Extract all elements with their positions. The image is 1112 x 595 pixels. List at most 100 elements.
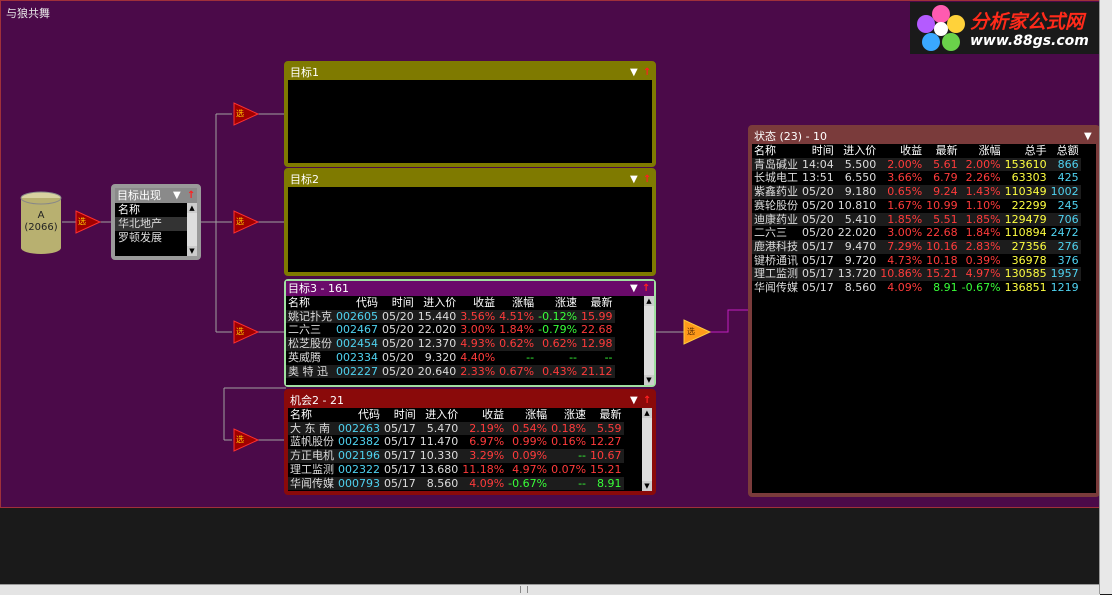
cell-speed: --: [569, 350, 578, 364]
cell-amt: 706: [1057, 212, 1079, 226]
table-row[interactable]: 松芝股份 002454 05/20 12.370 4.93% 0.62% 0.62% 12.9…: [286, 337, 615, 351]
table-row[interactable]: 紫鑫药业 05/20 9.180 0.65% 9.24 1.43% 110349 1002: [752, 185, 1081, 199]
cell-price: 9.320: [424, 350, 457, 364]
column-header[interactable]: 代码: [334, 296, 380, 310]
target-appear-scrollbar[interactable]: ▲ ▼: [187, 203, 197, 256]
column-header[interactable]: 名称: [288, 408, 336, 422]
cell-last: 21.12: [581, 364, 613, 378]
column-header[interactable]: 总额: [1049, 144, 1081, 158]
column-header[interactable]: 收益: [460, 408, 506, 422]
table-row[interactable]: 蓝帆股份 002382 05/17 11.470 6.97% 0.99% 0.16% 12.2…: [288, 435, 624, 449]
cell-price: 22.020: [417, 323, 457, 337]
cell-last: 10.99: [926, 198, 958, 212]
target-appear-item-2[interactable]: 罗顿发展: [115, 231, 197, 245]
filter-icon-4[interactable]: 选: [236, 326, 244, 337]
column-header[interactable]: 涨幅: [960, 144, 1003, 158]
column-header[interactable]: 最新: [924, 144, 960, 158]
cell-speed: 0.07%: [551, 462, 587, 476]
dropdown-icon[interactable]: ▼: [1084, 129, 1092, 144]
table-row[interactable]: 理工监测 05/17 13.720 10.86% 15.21 4.97% 130585 195…: [752, 267, 1081, 282]
column-header[interactable]: 进入价: [836, 144, 879, 158]
status-panel[interactable]: 状态 (23) - 10 ▼ 名称 时间 进入价 收益 最新 涨幅 总手 总额 青岛碱业 14:0…: [748, 125, 1100, 497]
target-appear-item-1[interactable]: 华北地产: [115, 217, 197, 231]
target2-panel[interactable]: 目标2 ▼ ↑: [284, 168, 656, 276]
table-row[interactable]: 奥 特 迅 002227 05/20 20.640 2.33% 0.67% 0.43% 21.…: [286, 364, 615, 379]
table-row[interactable]: 华闻传媒 05/17 8.560 4.09% 8.91 -0.67% 136851 1219: [752, 281, 1081, 295]
table-row[interactable]: 姚记扑克 002605 05/20 15.440 3.56% 4.51% -0.12% 15.…: [286, 309, 615, 324]
column-header[interactable]: 收益: [458, 296, 497, 310]
target1-body: [288, 80, 652, 163]
column-header[interactable]: 最新: [588, 408, 624, 422]
column-header[interactable]: 最新: [579, 296, 615, 310]
filter-icon-2[interactable]: 选: [236, 108, 244, 119]
cell-gain: 11.18%: [462, 462, 505, 476]
cell-price: 15.440: [417, 309, 457, 323]
cell-time: 05/20: [802, 185, 834, 199]
table-row[interactable]: 理工监测 002322 05/17 13.680 11.18% 4.97% 0.07% 15.…: [288, 463, 624, 477]
table-row[interactable]: 键桥通讯 05/17 9.720 4.73% 10.18 0.39% 36978 376: [752, 254, 1081, 268]
cell-time: 05/17: [384, 476, 416, 490]
dropdown-icon[interactable]: ▼: [630, 281, 638, 296]
target3-scrollbar[interactable]: ▲ ▼: [644, 296, 654, 385]
cell-vol: 110894: [1004, 226, 1047, 240]
filter-icon-1[interactable]: 选: [78, 216, 86, 227]
table-row[interactable]: 大 东 南 002263 05/17 5.470 2.19% 0.54% 0.18% 5.59: [288, 421, 624, 436]
table-row[interactable]: 赛轮股份 05/20 10.810 1.67% 10.99 1.10% 22299 245: [752, 199, 1081, 213]
table-row[interactable]: 鹿港科技 05/17 9.470 7.29% 10.16 2.83% 27356 276: [752, 239, 1081, 254]
column-header[interactable]: 时间: [380, 296, 416, 310]
up-arrow-icon[interactable]: ↑: [643, 172, 651, 187]
horizontal-scrollbar[interactable]: [0, 584, 1100, 595]
table-row[interactable]: 青岛碱业 14:04 5.500 2.00% 5.61 2.00% 153610 866: [752, 157, 1081, 172]
target3-panel[interactable]: 目标3 - 161 ▼ ↑ 名称 代码 时间 进入价 收益 涨幅 涨速 最新 姚记扑克 00260…: [284, 279, 656, 387]
dropdown-icon[interactable]: ▼: [630, 65, 638, 80]
up-arrow-icon[interactable]: ↑: [643, 65, 651, 80]
column-header[interactable]: 时间: [382, 408, 418, 422]
column-header[interactable]: 总手: [1003, 144, 1049, 158]
output-filter-icon[interactable]: 选: [687, 326, 695, 337]
dropdown-icon[interactable]: ▼: [630, 393, 638, 408]
table-row[interactable]: 长城电工 13:51 6.550 3.66% 6.79 2.26% 63303 425: [752, 171, 1081, 185]
chance2-scrollbar[interactable]: ▲ ▼: [642, 408, 652, 491]
column-header[interactable]: 收益: [878, 144, 924, 158]
cell-time: 14:04: [802, 157, 834, 171]
target3-table: 名称 代码 时间 进入价 收益 涨幅 涨速 最新 姚记扑克 002605 05/20 15.440 3.…: [286, 296, 615, 379]
column-header[interactable]: 涨速: [536, 296, 579, 310]
column-header[interactable]: 涨幅: [506, 408, 549, 422]
table-row[interactable]: 二六三 002467 05/20 22.020 3.00% 1.84% -0.79% 22.6…: [286, 323, 615, 337]
column-header[interactable]: 涨速: [549, 408, 588, 422]
cell-vol: 36978: [1011, 253, 1047, 267]
dropdown-icon[interactable]: ▼: [173, 188, 181, 203]
table-row[interactable]: 二六三 05/20 22.020 3.00% 22.68 1.84% 110894 2472: [752, 226, 1081, 240]
target-appear-panel[interactable]: 目标出现 ▼ ↑ 名称 华北地产 罗顿发展 ▲ ▼: [111, 184, 201, 260]
dropdown-icon[interactable]: ▼: [630, 172, 638, 187]
filter-icon-5[interactable]: 选: [236, 434, 244, 445]
cell-chg: 0.62%: [499, 337, 535, 351]
target1-panel[interactable]: 目标1 ▼ ↑: [284, 61, 656, 167]
filter-icon-3[interactable]: 选: [236, 216, 244, 227]
table-row[interactable]: 英威腾 002334 05/20 9.320 4.40% -- -- --: [286, 351, 615, 365]
column-header[interactable]: 进入价: [416, 296, 459, 310]
cell-gain: 7.29%: [887, 239, 923, 253]
table-row[interactable]: 方正电机 002196 05/17 10.330 3.29% 0.09% -- 10.67: [288, 449, 624, 463]
up-arrow-icon[interactable]: ↑: [642, 281, 650, 296]
cell-price: 10.330: [419, 449, 459, 463]
cell-code: 002263: [338, 421, 380, 435]
cell-chg: 1.10%: [965, 198, 1001, 212]
up-arrow-icon[interactable]: ↑: [187, 188, 195, 203]
column-header[interactable]: 进入价: [418, 408, 461, 422]
cell-last: 5.51: [933, 212, 958, 226]
cell-name: 青岛碱业: [754, 157, 798, 171]
source-node[interactable]: A (2066): [21, 210, 61, 234]
table-row[interactable]: 华闻传媒 000793 05/17 8.560 4.09% -0.67% -- 8.91: [288, 476, 624, 491]
scroll-grip[interactable]: [520, 586, 528, 593]
column-header[interactable]: 名称: [286, 296, 334, 310]
cell-gain: 3.29%: [469, 449, 505, 463]
up-arrow-icon[interactable]: ↑: [643, 393, 651, 408]
column-header[interactable]: 名称: [752, 144, 800, 158]
column-header[interactable]: 时间: [800, 144, 836, 158]
vertical-scrollbar[interactable]: [1099, 0, 1112, 594]
column-header[interactable]: 代码: [336, 408, 382, 422]
table-row[interactable]: 迪康药业 05/20 5.410 1.85% 5.51 1.85% 129479 706: [752, 212, 1081, 227]
column-header[interactable]: 涨幅: [497, 296, 536, 310]
chance2-panel[interactable]: 机会2 - 21 ▼ ↑ 名称 代码 时间 进入价 收益 涨幅 涨速 最新大 东 南 00226…: [284, 389, 656, 495]
